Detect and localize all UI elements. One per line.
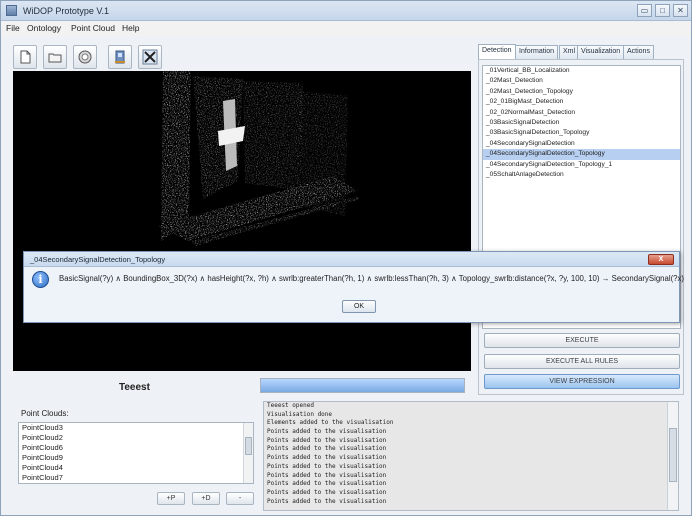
list-item[interactable]: PointCloud7 — [19, 473, 253, 483]
rule-item[interactable]: _04SecondarySignalDetection — [483, 139, 680, 149]
point-cloud-render — [158, 71, 361, 246]
log-scrollbar[interactable] — [667, 402, 678, 510]
close-x-icon — [142, 49, 158, 65]
new-button[interactable] — [13, 45, 37, 69]
menu-ontology[interactable]: Ontology — [27, 23, 61, 33]
log-line: Points added to the visualisation — [267, 428, 387, 436]
add-data-button[interactable]: +D — [192, 492, 220, 505]
app-window: WiDOP Prototype V.1 ▭ □ ✕ File Ontology … — [0, 0, 692, 516]
log-line: Points added to the visualisation — [267, 445, 387, 453]
list-item[interactable]: PointCloud9 — [19, 453, 253, 463]
add-point-cloud-button[interactable]: +P — [157, 492, 185, 505]
log-line: Points added to the visualisation — [267, 471, 387, 479]
list-item[interactable]: PointCloud6 — [19, 443, 253, 453]
project-name-label: Teeest — [119, 382, 150, 393]
owl-icon — [78, 50, 92, 64]
dialog-title-bar: _04SecondarySignalDetection_Topology X — [24, 252, 679, 267]
save-ontology-button[interactable] — [108, 45, 132, 69]
minimize-button[interactable]: ▭ — [637, 4, 652, 17]
title-bar: WiDOP Prototype V.1 ▭ □ ✕ — [1, 1, 691, 21]
dialog-ok-button[interactable]: OK — [342, 300, 376, 313]
dialog-title: _04SecondarySignalDetection_Topology — [30, 255, 166, 264]
scrollbar-thumb[interactable] — [669, 428, 677, 482]
dialog-message: BasicSignal(?y) ∧ BoundingBox_3D(?x) ∧ h… — [59, 274, 684, 283]
list-item[interactable]: PointCloud4 — [19, 463, 253, 473]
rule-item[interactable]: _03BasicSignalDetection_Topology — [483, 128, 680, 138]
log-line: Points added to the visualisation — [267, 480, 387, 488]
list-item[interactable]: PointCloud3 — [19, 423, 253, 433]
rule-item[interactable]: _04SecondarySignalDetection_Topology_1 — [483, 160, 680, 170]
list-item[interactable]: PointCloud2 — [19, 433, 253, 443]
expression-dialog: _04SecondarySignalDetection_Topology X i… — [23, 251, 684, 323]
rule-item-selected[interactable]: _04SecondarySignalDetection_Topology — [483, 149, 680, 160]
log-line: Points added to the visualisation — [267, 497, 387, 505]
app-icon — [6, 5, 17, 16]
rule-item[interactable]: _02_02NormalMast_Detection — [483, 108, 680, 118]
info-icon: i — [32, 271, 49, 288]
log-line: Visualisation done — [267, 410, 333, 418]
open-button[interactable] — [43, 45, 67, 69]
log-line: Teeest opened — [267, 402, 314, 409]
execute-all-rules-button[interactable]: EXECUTE ALL RULES — [484, 354, 680, 369]
close-window-button[interactable]: ✕ — [673, 4, 688, 17]
open-folder-icon — [48, 53, 62, 63]
tab-visualization[interactable]: Visualization — [577, 45, 625, 59]
rule-item[interactable]: _01Vertical_BB_Localization — [483, 66, 680, 76]
menu-help[interactable]: Help — [122, 23, 139, 33]
rule-item[interactable]: _02Mast_Detection_Topology — [483, 87, 680, 97]
execute-button[interactable]: EXECUTE — [484, 333, 680, 348]
right-panel-tabs: Detection Information Xml Visualization … — [478, 44, 684, 59]
remove-point-cloud-button[interactable]: - — [226, 492, 254, 505]
tab-detection[interactable]: Detection — [478, 44, 516, 59]
scrollbar-thumb[interactable] — [245, 437, 252, 455]
tab-information[interactable]: Information — [515, 45, 559, 59]
rule-item[interactable]: _02_01BigMast_Detection — [483, 97, 680, 107]
maximize-button[interactable]: □ — [655, 4, 670, 17]
log-line: Points added to the visualisation — [267, 454, 387, 462]
point-clouds-list: PointCloud3 PointCloud2 PointCloud6 Poin… — [18, 422, 254, 484]
owl-button[interactable] — [73, 45, 97, 69]
log-line: Elements added to the visualisation — [267, 419, 394, 427]
progress-bar — [260, 378, 465, 393]
log-line: Points added to the visualisation — [267, 436, 387, 444]
rule-item[interactable]: _05SchaltAnlageDetection — [483, 170, 680, 180]
point-clouds-label: Point Clouds: — [21, 409, 69, 418]
tab-actions[interactable]: Actions — [623, 45, 654, 59]
menu-file[interactable]: File — [6, 23, 20, 33]
progress-fill — [261, 379, 464, 392]
save-ontology-icon — [115, 50, 125, 64]
dialog-close-button[interactable]: X — [648, 254, 674, 265]
view-expression-button[interactable]: VIEW EXPRESSION — [484, 374, 680, 389]
log-console: Teeest opened Visualisation done Element… — [263, 401, 679, 511]
rule-item[interactable]: _03BasicSignalDetection — [483, 118, 680, 128]
log-line: Points added to the visualisation — [267, 488, 387, 496]
window-title: WiDOP Prototype V.1 — [23, 6, 110, 16]
menu-point-cloud[interactable]: Point Cloud — [71, 23, 115, 33]
rule-item[interactable]: _02Mast_Detection — [483, 76, 680, 86]
point-clouds-scrollbar[interactable] — [243, 423, 253, 483]
close-ontology-button[interactable] — [138, 45, 162, 69]
log-line: Points added to the visualisation — [267, 462, 387, 470]
new-file-icon — [20, 50, 31, 64]
menu-bar: File Ontology Point Cloud Help — [1, 21, 691, 36]
point-cloud-viewer[interactable] — [13, 71, 471, 371]
